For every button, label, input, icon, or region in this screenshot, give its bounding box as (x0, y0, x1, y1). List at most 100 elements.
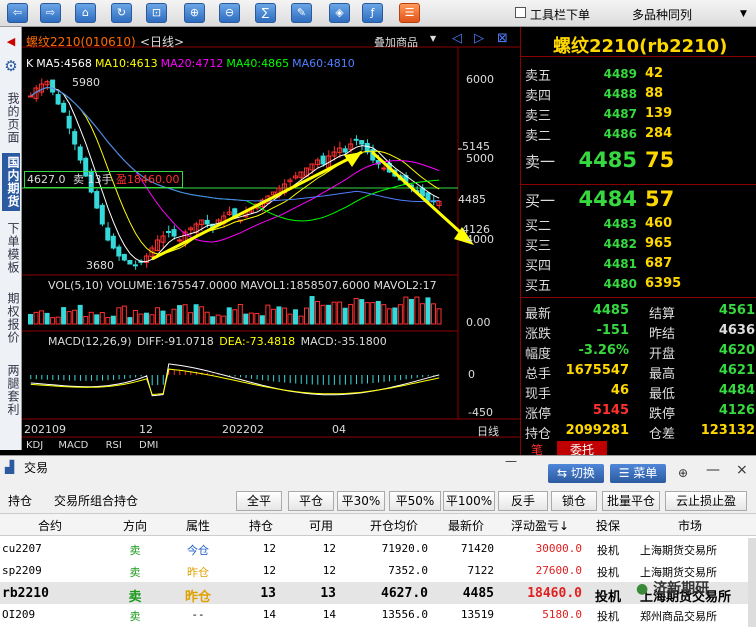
tab-rsi[interactable]: RSI (106, 440, 122, 451)
cell-last: 4485 (462, 586, 494, 601)
column-header-7[interactable]: 浮动盈亏↓ (498, 517, 582, 534)
collapse-arrow-icon[interactable]: ◀ (3, 35, 19, 49)
sidebar-item-3[interactable]: 期权报价 (2, 289, 20, 347)
position-action-button-3[interactable]: 平50% (389, 491, 441, 511)
sidebar-item-2[interactable]: 下单模板 (2, 219, 20, 277)
indicator-icon[interactable]: ƒ (362, 3, 383, 23)
tab-macd[interactable]: MACD (58, 440, 88, 451)
zoom-in-icon[interactable]: ⊕ (184, 3, 205, 23)
lock-icon[interactable]: ⊕ (678, 466, 688, 480)
tab-dmi[interactable]: DMI (139, 440, 158, 451)
bid-row-5[interactable]: 买五 4480 6395 (521, 275, 756, 295)
bid-row-3[interactable]: 买三 4482 965 (521, 235, 756, 255)
trend-down-arrow (370, 150, 472, 243)
ask-row-4-volume: 88 (645, 86, 664, 101)
minimize-icon[interactable]: — (505, 454, 517, 468)
ma-legend-item-2: MA10:4613 (94, 57, 158, 70)
stat-row-0: 最新 4485 结算 4561 (521, 303, 756, 323)
stat-value-4: 46 (610, 383, 629, 398)
tab-combo-positions[interactable]: 交易所组合持仓 (54, 492, 138, 509)
candle-body (177, 239, 183, 242)
chart-prev-icon[interactable]: ◁ (452, 31, 462, 46)
close-icon[interactable]: × (736, 462, 748, 478)
list-icon[interactable]: ☰ (399, 3, 420, 23)
pen-icon[interactable]: ✎ (291, 3, 312, 23)
ask-row-2-price: 4486 (603, 127, 637, 141)
stat-row-5: 涨停 5145 跌停 4126 (521, 403, 756, 423)
bid-row-4[interactable]: 买四 4481 687 (521, 255, 756, 275)
position-action-button-5[interactable]: 反手 (498, 491, 548, 511)
sidebar-item-1[interactable]: 国内期货 (2, 153, 20, 211)
stat-label-0: 最新 (525, 307, 552, 322)
tag-icon[interactable]: ◈ (329, 3, 350, 23)
stat-label-6: 持仓 (525, 427, 552, 442)
refresh-icon[interactable]: ↻ (111, 3, 132, 23)
kline-chart[interactable] (22, 27, 520, 455)
axis-label-5000: 5000 (466, 152, 494, 165)
bid-row-1[interactable]: 买一 4484 57 (521, 187, 756, 211)
column-header-1[interactable]: 方向 (120, 517, 150, 534)
position-profit: 盈18460.00 (116, 173, 180, 186)
ask-row-3[interactable]: 卖三 4487 139 (521, 105, 756, 125)
gear-icon[interactable]: ⚙ (3, 57, 19, 75)
multi-variety-dropdown[interactable]: 多品种同列 (632, 6, 692, 23)
ask-row-2[interactable]: 卖二 4486 284 (521, 125, 756, 145)
sidebar-item-0[interactable]: 我的页面 (2, 89, 20, 147)
table-scrollbar[interactable] (748, 538, 756, 627)
volume-bar (177, 305, 183, 325)
position-action-button-1[interactable]: 平仓 (288, 491, 334, 511)
position-action-button-2[interactable]: 平30% (337, 491, 385, 511)
toolbar-order-checkbox[interactable] (515, 7, 526, 18)
kline-chart-area[interactable]: 螺纹2210(010610) <日线> 叠加商品 ▼ ◁ ▷ ⊠ K MA5:45… (22, 27, 520, 455)
tab-kdj[interactable]: KDJ (26, 440, 43, 451)
tab-positions[interactable]: 持仓 (8, 492, 32, 509)
volume-bar (33, 311, 39, 325)
back-icon[interactable]: ⇦ (7, 3, 28, 23)
chart-period[interactable]: <日线> (140, 33, 184, 50)
column-header-2[interactable]: 属性 (178, 517, 218, 534)
tab-orders[interactable]: 委托 (557, 441, 607, 457)
column-header-6[interactable]: 最新价 (438, 517, 494, 534)
column-header-3[interactable]: 持仓 (246, 517, 276, 534)
volume-bar (364, 302, 370, 325)
minimize-window-icon[interactable]: — (706, 462, 720, 478)
ask-row-1[interactable]: 卖一 4485 75 (521, 148, 756, 172)
chart-next-icon[interactable]: ▷ (474, 31, 484, 46)
volume-bar (66, 311, 72, 325)
date-label-1: 202109 (24, 423, 66, 436)
home-icon[interactable]: ⌂ (75, 3, 96, 23)
ask-row-5[interactable]: 卖五 4489 42 (521, 65, 756, 85)
chevron-down-icon[interactable]: ▼ (740, 9, 747, 19)
crop-icon[interactable]: ⊡ (146, 3, 167, 23)
column-header-0[interactable]: 合约 (20, 517, 80, 534)
position-action-button-0[interactable]: 全平 (236, 491, 282, 511)
zoom-out-icon[interactable]: ⊖ (219, 3, 240, 23)
column-header-9[interactable]: 市场 (650, 517, 730, 534)
sidebar-item-4[interactable]: 两腿套利 (2, 361, 20, 419)
position-action-button-8[interactable]: 云止损止盈 (665, 491, 747, 511)
forward-icon[interactable]: ⇨ (40, 3, 61, 23)
chart-close-icon[interactable]: ⊠ (497, 31, 508, 46)
bid-row-2[interactable]: 买二 4483 460 (521, 215, 756, 235)
overlay-dropdown-icon[interactable]: ▼ (430, 34, 436, 43)
column-header-4[interactable]: 可用 (306, 517, 336, 534)
position-marker[interactable]: 4627.0 卖 13手 盈18460.00 (24, 171, 183, 188)
column-header-5[interactable]: 开仓均价 (360, 517, 428, 534)
volume-bar (105, 317, 111, 325)
position-action-button-6[interactable]: 锁仓 (551, 491, 597, 511)
candle-body (66, 115, 72, 129)
high-price-label: 5980 (72, 76, 100, 89)
table-row[interactable]: cu2207 卖 今仓 12 12 71920.0 71420 30000.0 投机 上海期货交易… (0, 538, 748, 560)
macd-value: MACD:-35.1800 (300, 335, 387, 348)
position-action-button-4[interactable]: 平100% (443, 491, 495, 511)
position-action-button-7[interactable]: 批量平仓 (602, 491, 660, 511)
candle-body (132, 264, 138, 267)
toolbar-order-label[interactable]: 工具栏下单 (530, 6, 590, 23)
formula-icon[interactable]: ∑ (255, 3, 276, 23)
ask-row-4[interactable]: 卖四 4488 88 (521, 85, 756, 105)
overlay-commodity-button[interactable]: 叠加商品 (374, 34, 418, 50)
table-row[interactable]: OI209 卖 -- 14 14 13556.0 13519 5180.0 投机 郑州商品交易所 (0, 604, 748, 626)
switch-button[interactable]: ⇆ 切换 (548, 464, 604, 483)
column-header-8[interactable]: 投保 (590, 517, 626, 534)
menu-button[interactable]: ☰ 菜单 (610, 464, 666, 483)
